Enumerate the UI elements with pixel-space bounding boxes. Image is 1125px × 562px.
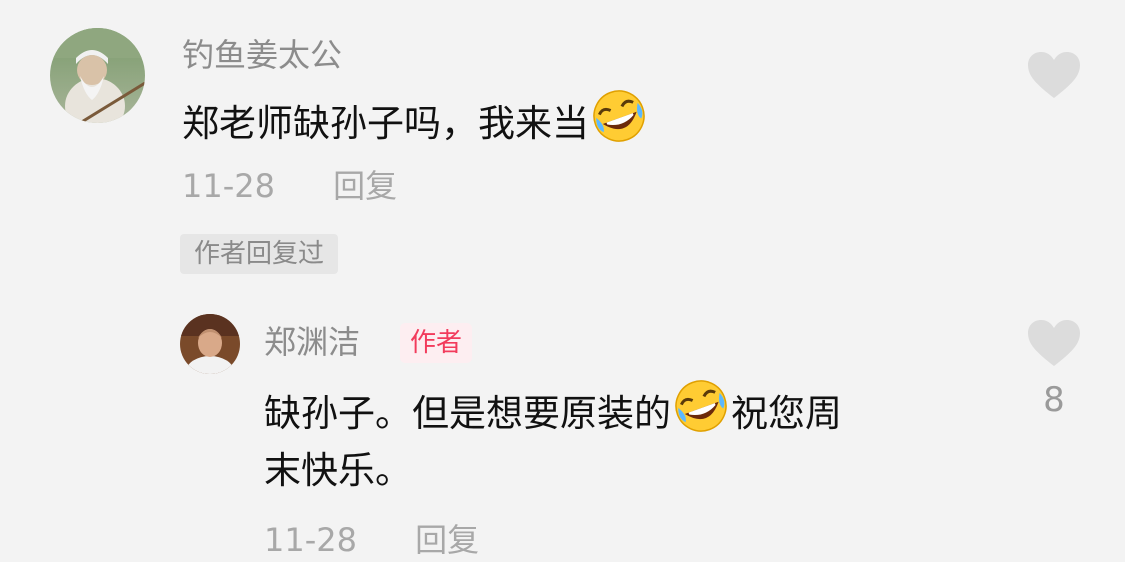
reply-date: 11-28: [264, 521, 357, 559]
rofl-emoji-icon: [673, 378, 729, 453]
rofl-emoji-icon: [591, 88, 647, 163]
comment-reply-button[interactable]: 回复: [333, 167, 397, 205]
comment-text-main: 郑老师缺孙子吗，我来当: [182, 102, 589, 145]
comment-date: 11-28: [182, 167, 275, 205]
reply-like-count: 8: [1043, 380, 1065, 420]
reply-reply-button[interactable]: 回复: [415, 521, 479, 559]
author-badge: 作者: [400, 323, 473, 363]
reply-username[interactable]: 郑渊洁: [264, 320, 360, 364]
reply-text-line2: 末快乐。: [264, 449, 412, 492]
commenter-username[interactable]: 钓鱼姜太公: [182, 34, 342, 76]
reply-like-heart-icon[interactable]: [1026, 318, 1082, 368]
author-avatar[interactable]: [180, 314, 240, 374]
comment-meta: 11-28 回复: [182, 164, 397, 208]
author-replied-tag[interactable]: 作者回复过: [180, 234, 339, 274]
comment-text: 郑老师缺孙子吗，我来当: [182, 88, 649, 163]
reply-text-line1-end: 祝您周: [731, 392, 842, 435]
reply-text-line1-start: 缺孙子。但是想要原装的: [264, 392, 671, 435]
reply-meta: 11-28 回复: [264, 518, 479, 562]
commenter-avatar[interactable]: [50, 28, 145, 123]
comment-like-heart-icon[interactable]: [1026, 50, 1082, 100]
